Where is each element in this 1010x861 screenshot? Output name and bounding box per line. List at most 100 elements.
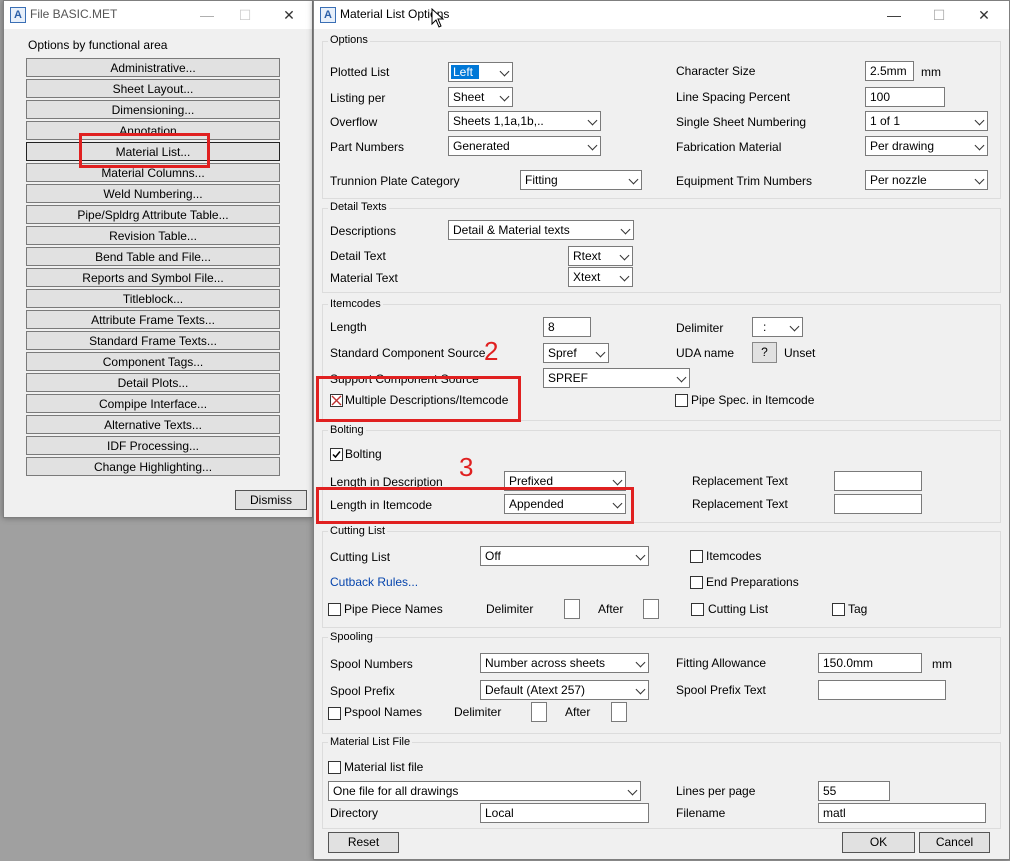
functional-area-button[interactable]: Administrative...: [26, 58, 280, 77]
detail-texts-group: [322, 208, 1001, 293]
line-spacing-input[interactable]: 100: [865, 87, 945, 107]
delimiter-label: Delimiter: [676, 321, 724, 335]
functional-area-button[interactable]: Detail Plots...: [26, 373, 280, 392]
functional-area-button[interactable]: Change Highlighting...: [26, 457, 280, 476]
descriptions-value: Detail & Material texts: [453, 223, 570, 237]
dismiss-button[interactable]: Dismiss: [235, 490, 307, 510]
options-group-label: Options: [328, 34, 370, 46]
lines-per-page-label: Lines per page: [676, 784, 756, 798]
char-size-input[interactable]: 2.5mm: [865, 61, 914, 81]
trunnion-select[interactable]: Fitting: [520, 170, 642, 190]
reset-button[interactable]: Reset: [328, 832, 399, 853]
material-text-select[interactable]: Xtext: [568, 267, 633, 287]
char-size-value: 2.5mm: [870, 64, 907, 78]
length-value: 8: [548, 320, 555, 334]
functional-area-button[interactable]: Attribute Frame Texts...: [26, 310, 280, 329]
functional-area-button[interactable]: Dimensioning...: [26, 100, 280, 119]
replacement-text-label-1: Replacement Text: [692, 474, 788, 488]
spool-prefix-value: Default (Atext 257): [485, 683, 586, 697]
directory-input[interactable]: Local: [480, 803, 649, 823]
replacement-text-input-1[interactable]: [834, 471, 922, 491]
cancel-button[interactable]: Cancel: [919, 832, 990, 853]
pspool-checkbox[interactable]: [328, 707, 341, 720]
spool-numbers-select[interactable]: Number across sheets: [480, 653, 649, 673]
file-per-select[interactable]: One file for all drawings: [328, 781, 641, 801]
cutting-delimiter-input[interactable]: [564, 599, 580, 619]
functional-area-button[interactable]: Reports and Symbol File...: [26, 268, 280, 287]
spool-delimiter-input[interactable]: [531, 702, 547, 722]
tag-checkbox[interactable]: [832, 603, 845, 616]
ok-button[interactable]: OK: [842, 832, 915, 853]
close-icon[interactable]: ✕: [969, 5, 999, 25]
window-title: File BASIC.MET: [30, 7, 118, 21]
cutting-list-checkbox[interactable]: [691, 603, 704, 616]
app-icon: A: [10, 7, 26, 23]
chevron-down-icon: [499, 91, 510, 102]
detail-text-select[interactable]: Rtext: [568, 246, 633, 266]
minimize-icon[interactable]: —: [879, 5, 909, 25]
app-icon: A: [320, 7, 336, 23]
length-input[interactable]: 8: [543, 317, 591, 337]
maximize-icon[interactable]: ☐: [230, 5, 260, 25]
sup-source-select[interactable]: SPREF: [543, 368, 690, 388]
part-numbers-select[interactable]: Generated: [448, 136, 601, 156]
fitting-allowance-input[interactable]: 150.0mm: [818, 653, 922, 673]
part-numbers-value: Generated: [453, 139, 510, 153]
equip-trim-select[interactable]: Per nozzle: [865, 170, 988, 190]
chevron-down-icon: [974, 140, 985, 151]
fab-material-value: Per drawing: [870, 139, 935, 153]
file-options-window: A File BASIC.MET — ☐ ✕ Options by functi…: [3, 0, 313, 518]
functional-area-button[interactable]: Titleblock...: [26, 289, 280, 308]
material-list-file-group-label: Material List File: [328, 736, 413, 748]
close-icon[interactable]: ✕: [274, 5, 304, 25]
spool-delimiter-label: Delimiter: [454, 705, 502, 719]
overflow-select[interactable]: Sheets 1,1a,1b,..: [448, 111, 601, 131]
cutting-delimiter-label: Delimiter: [486, 602, 534, 616]
functional-area-button[interactable]: Pipe/Spldrg Attribute Table...: [26, 205, 280, 224]
cutting-list-select[interactable]: Off: [480, 546, 649, 566]
maximize-icon[interactable]: ☐: [924, 5, 954, 25]
functional-area-button[interactable]: IDF Processing...: [26, 436, 280, 455]
functional-area-button[interactable]: Compipe Interface...: [26, 394, 280, 413]
plotted-list-select[interactable]: Left: [448, 62, 513, 82]
bolting-checkbox[interactable]: [330, 448, 343, 461]
functional-area-button[interactable]: Alternative Texts...: [26, 415, 280, 434]
end-prep-checkbox[interactable]: [690, 576, 703, 589]
listing-per-select[interactable]: Sheet: [448, 87, 513, 107]
filename-label: Filename: [676, 806, 726, 820]
minimize-icon[interactable]: —: [192, 5, 222, 25]
spool-after-input[interactable]: [611, 702, 627, 722]
delimiter-select[interactable]: :: [752, 317, 803, 337]
descriptions-select[interactable]: Detail & Material texts: [448, 220, 634, 240]
spool-prefix-label: Spool Prefix: [330, 684, 395, 698]
pspool-label: Pspool Names: [344, 705, 423, 719]
fab-material-select[interactable]: Per drawing: [865, 136, 988, 156]
line-spacing-value: 100: [870, 90, 891, 104]
uda-help-button[interactable]: ?: [752, 342, 777, 363]
single-sheet-label: Single Sheet Numbering: [676, 115, 807, 129]
lines-per-page-input[interactable]: 55: [818, 781, 890, 801]
delimiter-value: :: [763, 320, 767, 334]
pipe-spec-checkbox[interactable]: [675, 394, 688, 407]
filename-input[interactable]: matl: [818, 803, 986, 823]
cutback-rules-link[interactable]: Cutback Rules...: [330, 575, 418, 589]
cutting-after-input[interactable]: [643, 599, 659, 619]
chevron-down-icon: [620, 224, 631, 235]
single-sheet-select[interactable]: 1 of 1: [865, 111, 988, 131]
functional-area-button[interactable]: Component Tags...: [26, 352, 280, 371]
replacement-text-input-2[interactable]: [834, 494, 922, 514]
directory-label: Directory: [330, 806, 379, 820]
functional-area-button[interactable]: Standard Frame Texts...: [26, 331, 280, 350]
functional-area-button[interactable]: Bend Table and File...: [26, 247, 280, 266]
filename-value: matl: [823, 806, 846, 820]
itemcodes-checkbox[interactable]: [690, 550, 703, 563]
functional-area-button[interactable]: Sheet Layout...: [26, 79, 280, 98]
functional-area-button[interactable]: Revision Table...: [26, 226, 280, 245]
functional-area-button[interactable]: Weld Numbering...: [26, 184, 280, 203]
pipe-piece-checkbox[interactable]: [328, 603, 341, 616]
spool-prefix-text-input[interactable]: [818, 680, 946, 700]
std-source-select[interactable]: Spref: [543, 343, 609, 363]
material-text-label: Material Text: [330, 271, 398, 285]
material-list-file-checkbox[interactable]: [328, 761, 341, 774]
spool-prefix-select[interactable]: Default (Atext 257): [480, 680, 649, 700]
